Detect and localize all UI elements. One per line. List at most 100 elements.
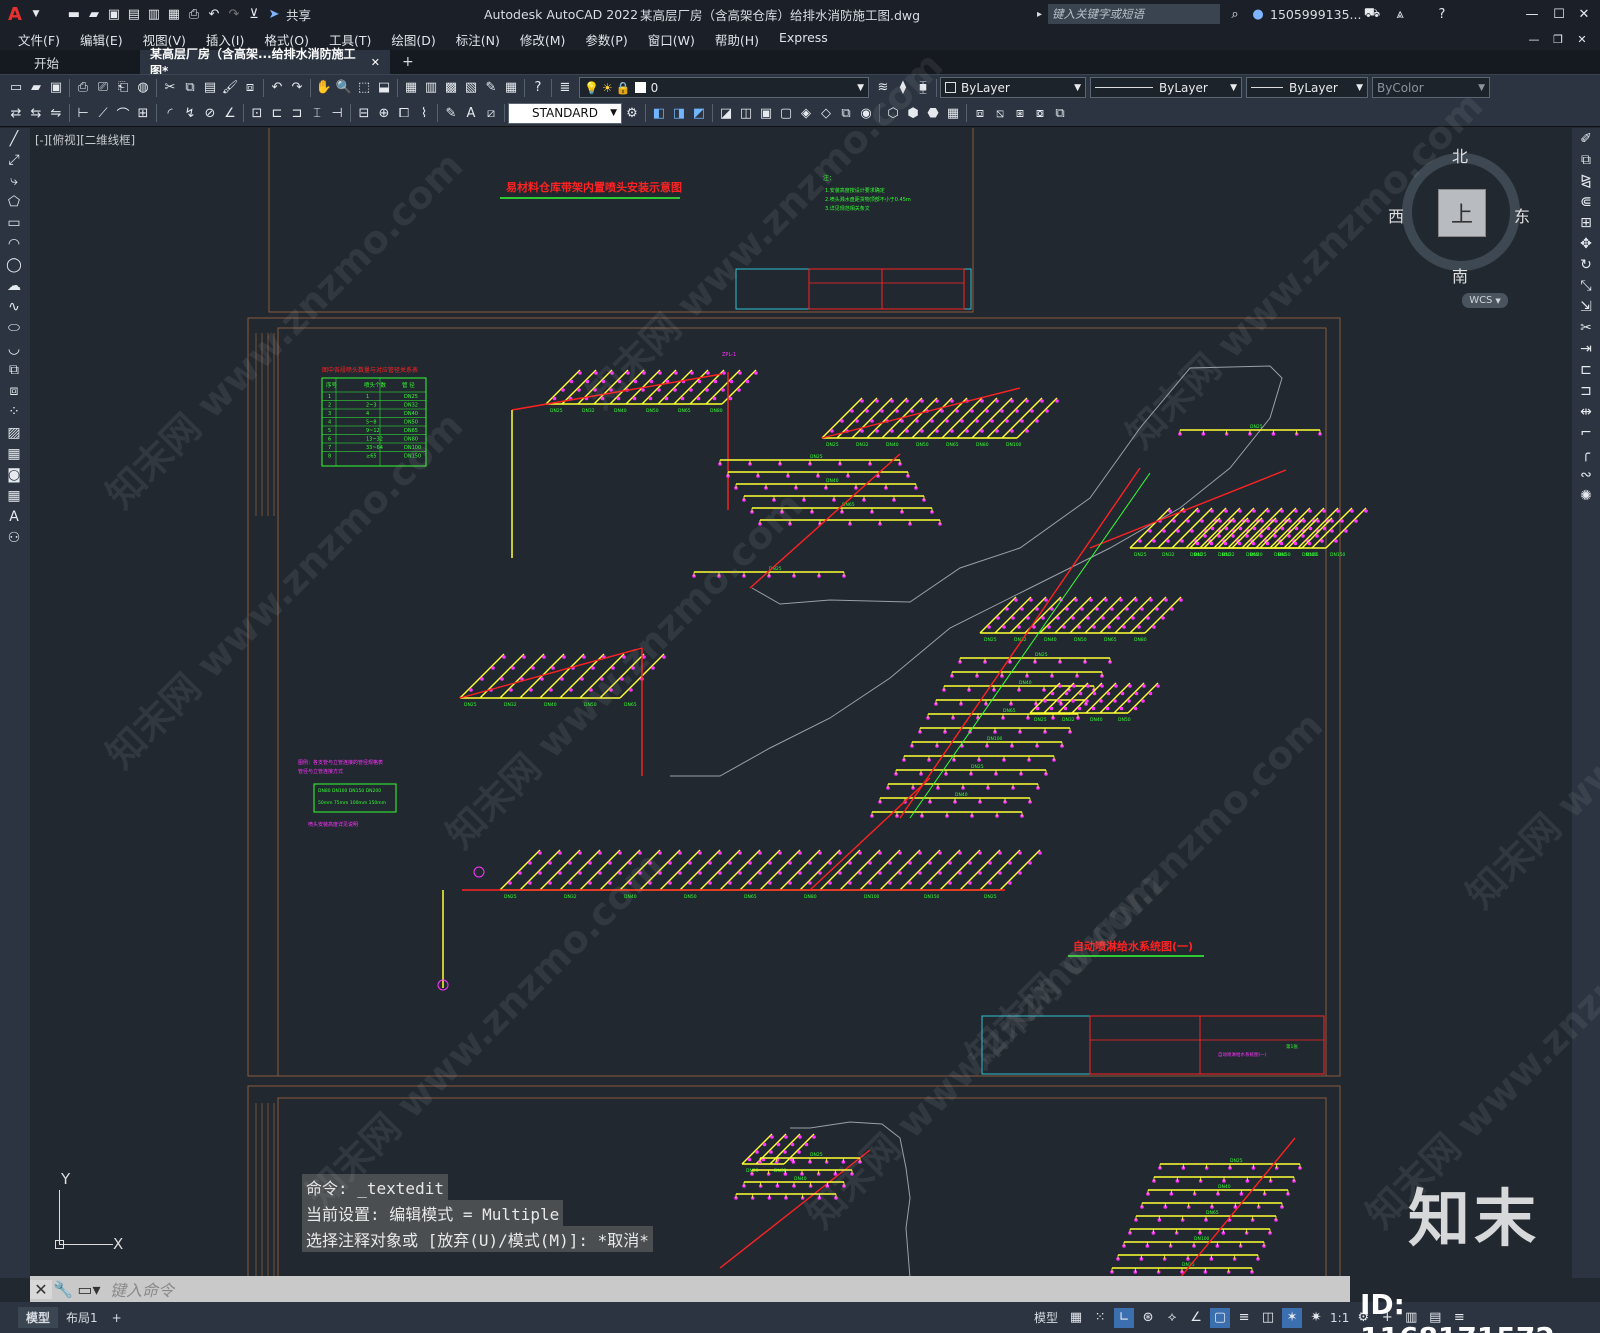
layout-tab-model[interactable]: 模型: [18, 1307, 59, 1328]
redo-icon[interactable]: ↷: [224, 4, 244, 24]
maximize-icon[interactable]: ☐: [1549, 4, 1569, 24]
extract-edges-icon[interactable]: ⧉: [1050, 103, 1070, 123]
polyline-icon[interactable]: ⤷: [0, 170, 28, 191]
jog-line-icon[interactable]: ⌇: [414, 103, 434, 123]
dim-override-icon[interactable]: ⇋: [46, 103, 66, 123]
intersect-icon[interactable]: ◩: [689, 103, 709, 123]
line-icon[interactable]: ╱: [0, 128, 28, 149]
drawing-canvas[interactable]: [-][俯视][二维线框] 易材料仓库带架内置喷头安装示意图 自动喷淋给水系统图(…: [30, 128, 1572, 1278]
add-selected-icon[interactable]: ⚇: [0, 527, 28, 548]
array-icon[interactable]: ⊞: [1572, 212, 1600, 233]
help-icon[interactable]: ?: [1432, 4, 1452, 24]
extrude-faces-icon[interactable]: ◪: [716, 103, 736, 123]
annotation-scale-value[interactable]: 1:1: [1330, 1311, 1349, 1325]
new-tab-button[interactable]: +: [402, 54, 414, 70]
dim-edit-icon[interactable]: ✎: [441, 103, 461, 123]
circle-icon[interactable]: ◯: [0, 254, 28, 275]
new-file-icon[interactable]: ▬: [64, 4, 84, 24]
mirror-icon[interactable]: ⧎: [1572, 170, 1600, 191]
customize-wrench-icon[interactable]: 🔧: [52, 1280, 74, 1299]
insert-block-icon[interactable]: ⧉: [0, 359, 28, 380]
3d-print-icon[interactable]: ◍: [133, 78, 153, 98]
menu-item-11[interactable]: 帮助(H): [705, 30, 769, 49]
minimize-icon[interactable]: —: [1522, 4, 1542, 24]
textstyle-dropdown[interactable]: STANDARD ▼: [508, 102, 622, 124]
open-folder-icon[interactable]: ▰: [84, 4, 104, 24]
lineweight-dropdown[interactable]: ByLayer ▼: [1246, 77, 1368, 98]
export-icon[interactable]: ▦: [164, 4, 184, 24]
move-icon[interactable]: ✥: [1572, 233, 1600, 254]
separate-icon[interactable]: ⬣: [923, 103, 943, 123]
dim-ordinate-icon[interactable]: ⊞: [133, 103, 153, 123]
layer-properties-icon[interactable]: ≣: [555, 78, 575, 98]
dim-break-icon[interactable]: ⊣: [327, 103, 347, 123]
copy-faces-icon[interactable]: ⧉: [836, 103, 856, 123]
dim-diameter-icon[interactable]: ⊘: [200, 103, 220, 123]
tool-palettes-icon[interactable]: ▩: [441, 78, 461, 98]
viewcube-top-face[interactable]: 上: [1438, 189, 1486, 237]
linetype-dropdown[interactable]: ByLayer ▼: [1090, 77, 1242, 98]
customize-icon[interactable]: ⊻: [244, 4, 264, 24]
save-icon[interactable]: ▣: [104, 4, 124, 24]
table-icon[interactable]: ▦: [0, 485, 28, 506]
extend-icon[interactable]: ⇥: [1572, 338, 1600, 359]
annotation-scale-icon[interactable]: ✷: [1306, 1308, 1326, 1328]
fillet-icon[interactable]: ╭: [1572, 443, 1600, 464]
sheet-set-icon[interactable]: ▧: [461, 78, 481, 98]
share-button[interactable]: 共享: [286, 5, 311, 24]
rotate-faces-icon[interactable]: ◈: [796, 103, 816, 123]
viewcube-east[interactable]: 东: [1514, 203, 1530, 227]
stretch-icon[interactable]: ⇲: [1572, 296, 1600, 317]
dimstyle-icon[interactable]: ⇆: [26, 103, 46, 123]
command-input[interactable]: 键入命令: [110, 1277, 174, 1301]
polar-icon[interactable]: ⊛: [1138, 1308, 1158, 1328]
menu-item-8[interactable]: 修改(M): [510, 30, 576, 49]
polygon-icon[interactable]: ⬠: [0, 191, 28, 212]
dim-text-edit-icon[interactable]: A: [461, 103, 481, 123]
autodesk-app-icon[interactable]: ⩓: [1390, 4, 1410, 24]
calculator-icon[interactable]: ▦: [501, 78, 521, 98]
dim-arc-icon[interactable]: ⌒: [113, 103, 133, 123]
snap-icon[interactable]: ⁙: [1090, 1308, 1110, 1328]
lineweight-toggle-icon[interactable]: ≡: [1234, 1308, 1254, 1328]
plotstyle-dropdown[interactable]: ByColor ▼: [1372, 77, 1490, 98]
mtext-icon[interactable]: A: [0, 506, 28, 527]
layer-dropdown[interactable]: 💡 ☀ 🔒 0 ▼: [579, 77, 869, 98]
print-icon[interactable]: ⎙: [184, 4, 204, 24]
tolerance-icon[interactable]: ⊟: [354, 103, 374, 123]
construction-line-icon[interactable]: ⤢: [0, 149, 28, 170]
copy-object-icon[interactable]: ⧉: [1572, 149, 1600, 170]
join-icon[interactable]: ⇹: [1572, 401, 1600, 422]
explode-icon[interactable]: ✺: [1572, 485, 1600, 506]
add-layout-button[interactable]: +: [106, 1309, 128, 1327]
grid-icon[interactable]: ▦: [1066, 1308, 1086, 1328]
make-block-icon[interactable]: ⧈: [0, 380, 28, 401]
rectangle-icon[interactable]: ▭: [0, 212, 28, 233]
interference-icon[interactable]: ⧇: [1030, 103, 1050, 123]
save-as-icon[interactable]: ▤: [124, 4, 144, 24]
menu-item-1[interactable]: 编辑(E): [70, 30, 133, 49]
model-space-button[interactable]: 模型: [1030, 1309, 1062, 1326]
copy-icon[interactable]: ⧉: [180, 78, 200, 98]
make-current-icon[interactable]: ≋: [873, 78, 893, 98]
doc-minimize-icon[interactable]: —: [1524, 29, 1544, 49]
dim-continue-icon[interactable]: ⊐: [287, 103, 307, 123]
dim-oblique-icon[interactable]: ⧄: [481, 103, 501, 123]
inspection-icon[interactable]: ⧠: [394, 103, 414, 123]
search-chevron-icon[interactable]: ▸: [1037, 9, 1042, 20]
color-dropdown[interactable]: ByLayer ▼: [940, 77, 1086, 98]
viewcube-north[interactable]: 北: [1452, 143, 1468, 167]
plot-icon[interactable]: ⎙: [73, 78, 93, 98]
dim-update-icon[interactable]: ⇄: [6, 103, 26, 123]
break-icon[interactable]: ⊐: [1572, 380, 1600, 401]
shell-icon[interactable]: ▦: [943, 103, 963, 123]
zoom-previous-icon[interactable]: ⬓: [374, 78, 394, 98]
menu-item-9[interactable]: 参数(P): [575, 30, 637, 49]
tab-close-icon[interactable]: ✕: [371, 56, 380, 69]
markup-icon[interactable]: ✎: [481, 78, 501, 98]
redo-icon[interactable]: ↷: [287, 78, 307, 98]
viewcube[interactable]: 上 北 南 东 西: [1388, 143, 1532, 286]
region-icon[interactable]: ◙: [0, 464, 28, 485]
save-icon[interactable]: ▣: [46, 78, 66, 98]
union-icon[interactable]: ◧: [649, 103, 669, 123]
